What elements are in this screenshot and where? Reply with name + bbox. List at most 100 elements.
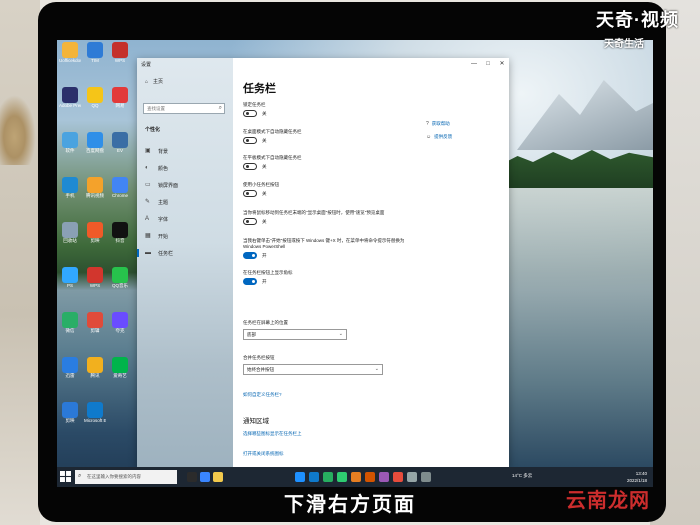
setting-label: 当我右键单击"开始"按钮或按下 Windows 键+X 时，在菜单中将命令提示符… bbox=[243, 238, 405, 249]
feedback-icon: ☺ bbox=[426, 134, 432, 140]
desktop-icon[interactable]: 微信 bbox=[59, 312, 81, 342]
toggle-switch[interactable] bbox=[243, 218, 257, 225]
sidebar-item-label: 开始 bbox=[158, 233, 169, 240]
desktop-icon[interactable]: QQ音乐 bbox=[109, 267, 131, 297]
customize-taskbar-link[interactable]: 如何自定义任务栏? bbox=[243, 392, 282, 398]
combine-buttons-select[interactable]: 始终合并按钮 ⌄ bbox=[243, 364, 383, 375]
sidebar-item-lock-screen[interactable]: ▭ 锁屏界面 bbox=[145, 180, 178, 190]
desktop-icon-label: TIM bbox=[91, 58, 99, 63]
toggle-switch[interactable] bbox=[243, 163, 257, 170]
clock-date: 2022/1/18 bbox=[626, 478, 647, 483]
desktop-icon[interactable]: 百度网盘 bbox=[84, 132, 106, 162]
desktop-icon[interactable]: 抖音 bbox=[109, 222, 131, 252]
sidebar-item-palette[interactable]: ◐ 颜色 bbox=[145, 163, 168, 173]
font-icon: A bbox=[145, 216, 150, 222]
windows-start-icon[interactable] bbox=[60, 471, 71, 482]
desktop-icon-label: WPS bbox=[89, 283, 101, 288]
desktop-icon[interactable]: 夸克 bbox=[109, 312, 131, 342]
desktop-icon[interactable]: Uofficekdown bbox=[59, 42, 81, 72]
app-icon[interactable] bbox=[365, 472, 375, 482]
toggle-control: 开 bbox=[243, 278, 413, 285]
select-icons-link[interactable]: 选择哪些图标显示在任务栏上 bbox=[243, 431, 302, 437]
toggle-state-label: 关 bbox=[262, 218, 267, 224]
app-icon[interactable] bbox=[295, 472, 305, 482]
app-icon[interactable] bbox=[309, 472, 319, 482]
taskbar-search-input[interactable]: ⌕ 在这里输入你要搜索的内容 bbox=[75, 470, 177, 484]
app-icon[interactable] bbox=[393, 472, 403, 482]
desktop-icon[interactable]: 爱奇艺 bbox=[109, 357, 131, 387]
desktop-icon-label: QQ bbox=[91, 103, 99, 108]
desktop-icon[interactable]: 回收站 bbox=[59, 222, 81, 252]
desktop-icon[interactable]: PS bbox=[59, 267, 81, 297]
brand-watermark: 天奇·视频 bbox=[596, 10, 679, 30]
system-clock[interactable]: 13:40 2022/1/18 bbox=[627, 470, 647, 484]
file-explorer-icon[interactable] bbox=[213, 472, 223, 482]
desktop-icon[interactable]: QQ bbox=[84, 87, 106, 117]
desktop-icon[interactable]: Chrome bbox=[109, 177, 131, 207]
app-icon[interactable] bbox=[421, 472, 431, 482]
desktop-icon-label: Chrome bbox=[111, 193, 128, 198]
toggle-state-label: 关 bbox=[262, 110, 267, 116]
toggle-switch[interactable] bbox=[243, 190, 257, 197]
settings-search-input[interactable]: 查找设置 ⌕ bbox=[143, 103, 225, 114]
get-help-link[interactable]: ? 获取帮助 bbox=[426, 121, 450, 127]
app-icon[interactable] bbox=[351, 472, 361, 482]
setting-label: 在桌面模式下自动隐藏任务栏 bbox=[243, 129, 302, 134]
setting-label: 任务栏在屏幕上的位置 bbox=[243, 320, 288, 325]
sidebar-item-home[interactable]: ⌂ 主页 bbox=[145, 78, 163, 86]
desktop-icon[interactable]: EV bbox=[109, 132, 131, 162]
desktop-icon[interactable]: Microsoft Edge bbox=[84, 402, 106, 432]
edge-icon[interactable] bbox=[200, 472, 210, 482]
feedback-link[interactable]: ☺ 提供反馈 bbox=[426, 134, 452, 140]
app-icon[interactable] bbox=[323, 472, 333, 482]
settings-icon[interactable] bbox=[407, 472, 417, 482]
desktop-icon[interactable]: 腾讯 bbox=[84, 357, 106, 387]
taskbar-position-select[interactable]: 底部 ⌄ bbox=[243, 329, 347, 340]
desktop-icon[interactable]: 手机 bbox=[59, 177, 81, 207]
toggle-setting: 当我右键单击"开始"按钮或按下 Windows 键+X 时，在菜单中将命令提示符… bbox=[243, 238, 413, 259]
desktop-icon-label: 腾讯视频 bbox=[86, 193, 104, 198]
desktop-icon[interactable]: WPS bbox=[109, 42, 131, 72]
sidebar-item-font[interactable]: A 字体 bbox=[145, 214, 168, 224]
app-icon bbox=[87, 357, 103, 373]
search-placeholder: 查找设置 bbox=[147, 106, 165, 111]
app-icon[interactable] bbox=[379, 472, 389, 482]
task-view-icon[interactable] bbox=[187, 472, 197, 482]
desktop-icon[interactable]: 腾讯视频 bbox=[84, 177, 106, 207]
toggle-switch[interactable] bbox=[243, 252, 257, 259]
wechat-icon[interactable] bbox=[337, 472, 347, 482]
app-icon bbox=[112, 312, 128, 328]
app-icon bbox=[112, 267, 128, 283]
page-title: 任务栏 bbox=[243, 83, 276, 95]
desktop-icon[interactable]: 剪映 bbox=[59, 402, 81, 432]
weather-widget[interactable]: 14°C 多云 bbox=[512, 473, 532, 479]
clock-time: 13:40 bbox=[635, 471, 647, 476]
desktop-icon[interactable]: 剪映 bbox=[84, 222, 106, 252]
setting-label: 使用小任务栏按钮 bbox=[243, 182, 279, 187]
desktop-icon[interactable]: 网易 bbox=[109, 87, 131, 117]
desktop-icon[interactable]: WPS bbox=[84, 267, 106, 297]
app-icon bbox=[112, 42, 128, 58]
lock-screen-icon: ▭ bbox=[145, 182, 151, 188]
app-icon bbox=[87, 267, 103, 283]
chevron-down-icon: ⌄ bbox=[374, 366, 379, 372]
sidebar-item-brush[interactable]: ✎ 主题 bbox=[145, 197, 168, 207]
toggle-switch[interactable] bbox=[243, 110, 257, 117]
app-icon bbox=[112, 177, 128, 193]
toggle-switch[interactable] bbox=[243, 137, 257, 144]
toggle-switch[interactable] bbox=[243, 278, 257, 285]
desktop-icon[interactable]: 迅雷 bbox=[59, 357, 81, 387]
system-icons-link[interactable]: 打开或关闭系统图标 bbox=[243, 451, 284, 457]
desktop-icon[interactable]: Adobe Premie.. bbox=[59, 87, 81, 117]
sidebar-item-start-menu[interactable]: ▦ 开始 bbox=[145, 231, 168, 241]
desktop-icon[interactable]: 剪辑 bbox=[84, 312, 106, 342]
settings-sidebar: 设置 ⌂ 主页 查找设置 ⌕ 个性化 ▣ 背景 ◐ 颜色 ▭ 锁屏界面 ✎ 主题 A 字体 ▦ 开始 ▬… bbox=[136, 58, 233, 467]
desktop-icon[interactable]: 软件 bbox=[59, 132, 81, 162]
help-icon: ? bbox=[426, 121, 429, 127]
sidebar-item-label: 背景 bbox=[158, 148, 169, 155]
sidebar-item-image[interactable]: ▣ 背景 bbox=[145, 146, 168, 156]
brush-icon: ✎ bbox=[145, 199, 151, 205]
sidebar-item-taskbar[interactable]: ▬ 任务栏 bbox=[136, 248, 173, 258]
app-icon bbox=[87, 42, 103, 58]
desktop-icon[interactable]: TIM bbox=[84, 42, 106, 72]
